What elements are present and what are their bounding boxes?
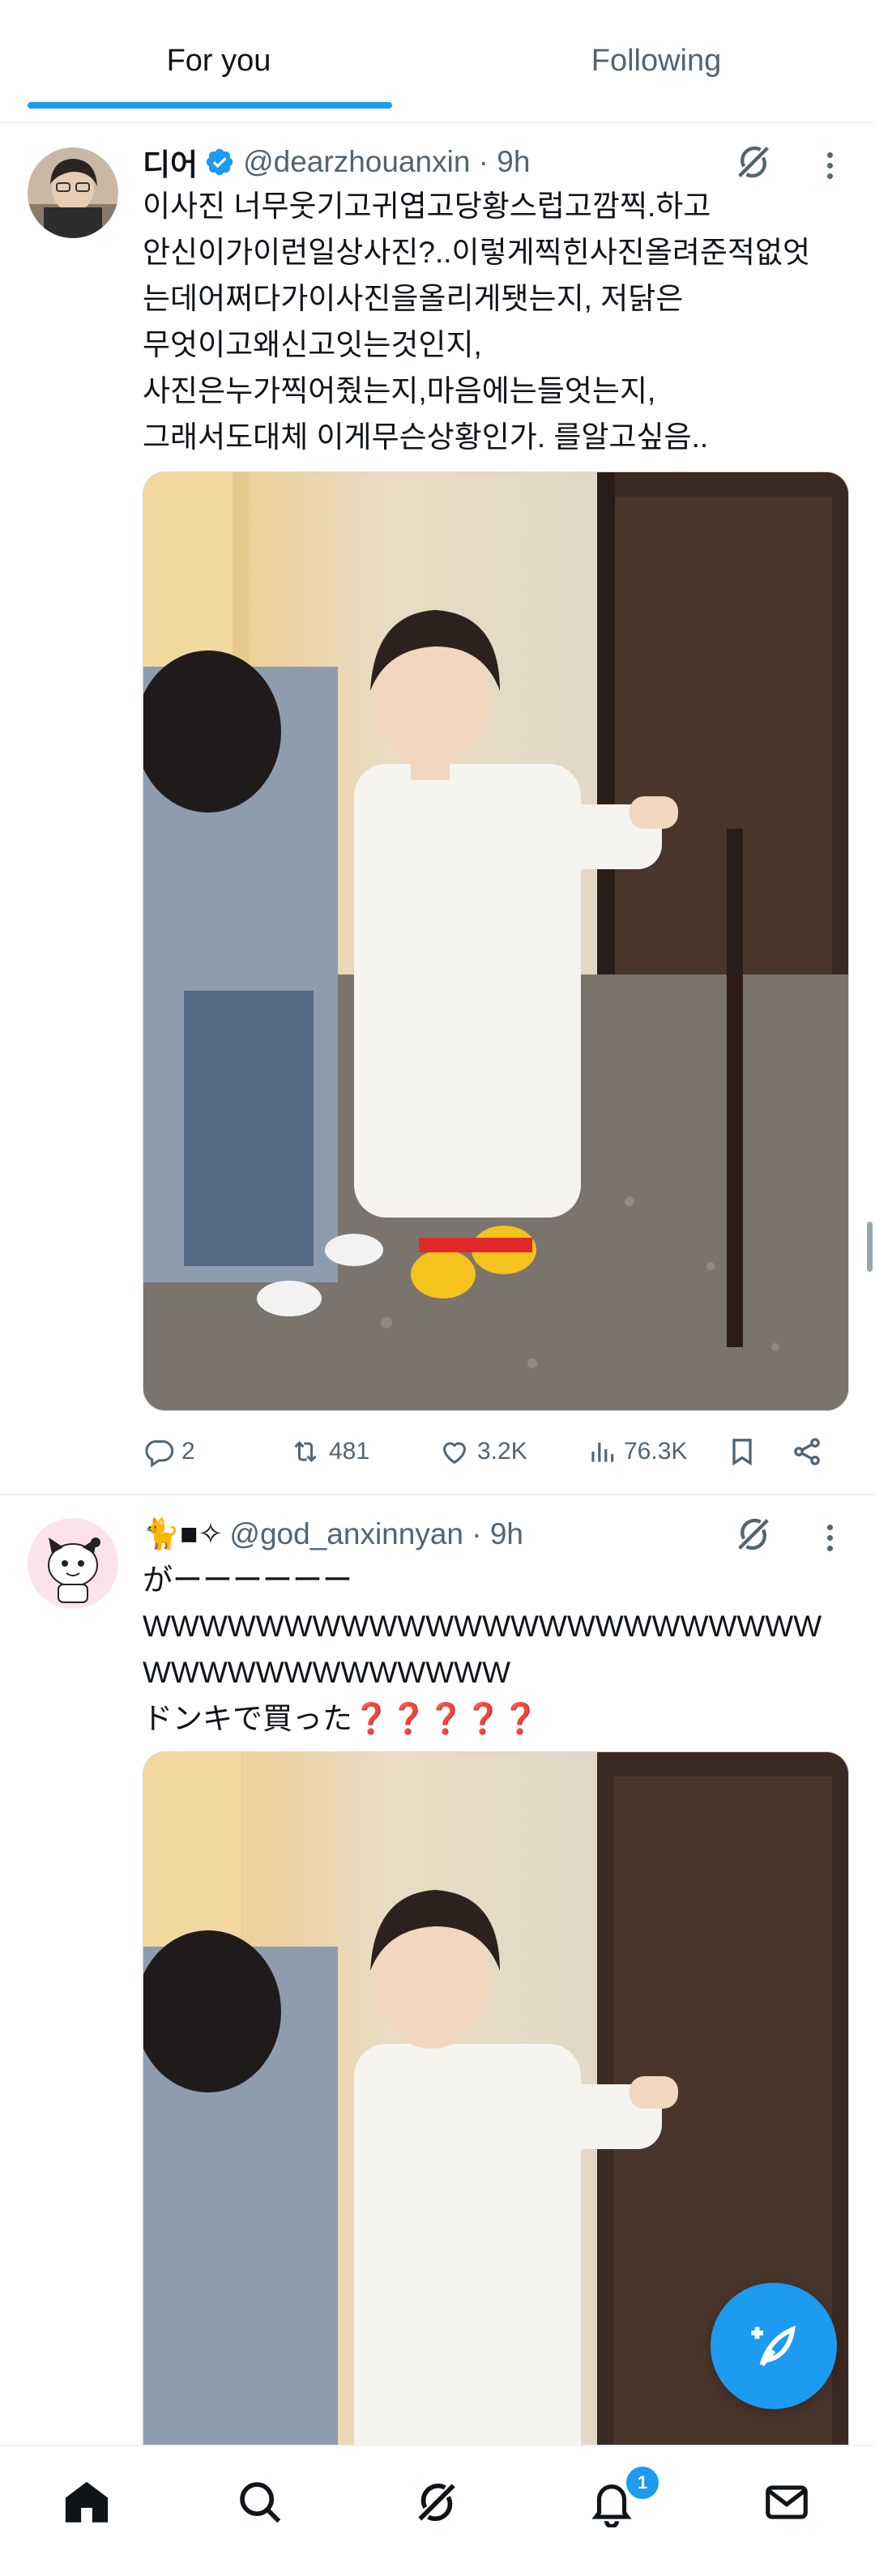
like-button[interactable]: 3.2K	[438, 1427, 527, 1476]
views-button[interactable]: 76.3K	[587, 1427, 687, 1476]
like-icon	[442, 1442, 467, 1465]
tab-following-label: Following	[591, 43, 722, 78]
nav-grok[interactable]	[400, 2466, 473, 2539]
display-name[interactable]: 🐈■✧	[143, 1516, 223, 1552]
compose-icon	[751, 2325, 796, 2367]
share-button[interactable]	[791, 1427, 830, 1476]
display-name[interactable]: 디어	[143, 140, 198, 184]
bookmark-icon	[732, 1439, 752, 1466]
timeline-tabs: For you Following	[0, 0, 875, 123]
mail-icon	[766, 2485, 808, 2519]
tab-for-you-label: For you	[166, 43, 271, 78]
handle-and-time[interactable]: @dearzhouanxin · 9h	[243, 145, 530, 179]
avatar[interactable]	[28, 147, 118, 238]
handle-and-time[interactable]: @god_anxinnyan · 9h	[229, 1517, 523, 1551]
scrollbar[interactable]	[867, 1222, 873, 1272]
repost-count: 481	[329, 1438, 370, 1465]
avatar[interactable]	[28, 1518, 118, 1609]
repost-button[interactable]: 481	[288, 1427, 369, 1476]
nav-search[interactable]	[224, 2466, 297, 2539]
notification-badge: 1	[624, 2464, 661, 2501]
tab-following[interactable]: Following	[438, 0, 875, 122]
reply-count: 2	[181, 1438, 195, 1465]
compose-button[interactable]	[711, 2283, 837, 2409]
tweet-header: 디어 @dearzhouanxin · 9h	[143, 139, 530, 185]
share-icon	[794, 1438, 820, 1465]
grok-icon[interactable]	[732, 1513, 775, 1555]
views-count: 76.3K	[624, 1438, 688, 1465]
active-tab-indicator	[28, 102, 392, 109]
like-count: 3.2K	[477, 1438, 527, 1465]
more-options-button[interactable]	[813, 144, 846, 186]
reply-icon	[145, 1440, 174, 1468]
tweet-header: 🐈■✧ @god_anxinnyan · 9h	[143, 1512, 523, 1557]
repost-icon	[294, 1441, 317, 1462]
views-icon	[591, 1442, 614, 1462]
bookmark-button[interactable]	[726, 1427, 765, 1476]
tweet-actions: 2 481 3.2K 76.3K	[143, 1427, 839, 1476]
nav-home[interactable]	[50, 2466, 123, 2539]
verified-icon	[206, 148, 233, 176]
more-options-button[interactable]	[813, 1516, 846, 1559]
bottom-navigation: 1	[0, 2445, 875, 2576]
reply-button[interactable]: 2	[143, 1427, 195, 1476]
tweet[interactable]: 디어 @dearzhouanxin · 9h 이사진 너무웃기고귀엽고당황스럽고…	[0, 123, 875, 1492]
search-icon	[240, 2482, 281, 2523]
nav-messages[interactable]	[750, 2466, 823, 2539]
grok-icon	[418, 2483, 455, 2522]
home-icon	[65, 2481, 109, 2523]
tweet-photo[interactable]	[143, 471, 849, 1411]
grok-icon[interactable]	[732, 141, 775, 183]
tweet-text: 이사진 너무웃기고귀엽고당황스럽고깜찍.하고 안신이가이런일상사진?..이렇게찍…	[143, 190, 811, 454]
tweet-text: がーーーーーー WWWWWWWWWWWWWWWWWWWWWWWWWWWWWWWW…	[143, 1563, 822, 1735]
